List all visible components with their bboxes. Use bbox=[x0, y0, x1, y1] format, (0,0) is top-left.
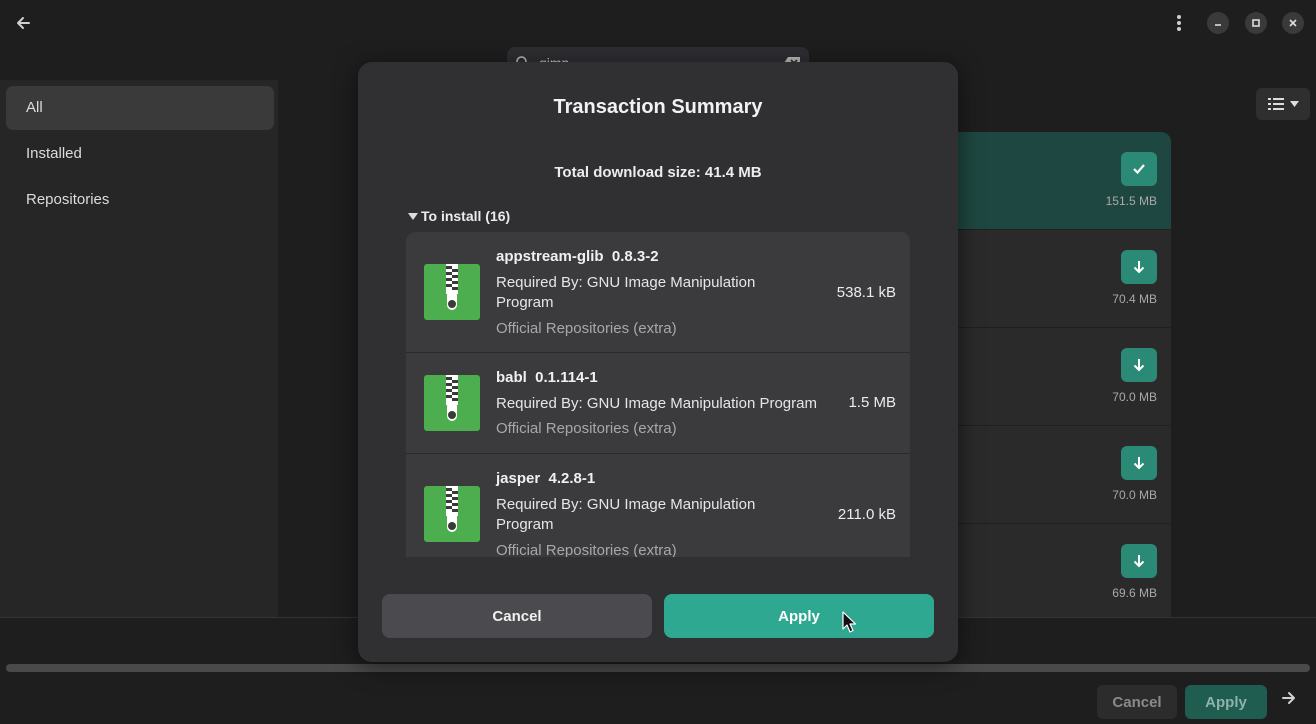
install-button[interactable] bbox=[1121, 348, 1157, 382]
list-item[interactable]: 70.4 MB bbox=[940, 230, 1171, 328]
sidebar: All Installed Repositories bbox=[0, 80, 278, 617]
package-archive-icon bbox=[424, 486, 480, 542]
dialog-title: Transaction Summary bbox=[553, 96, 763, 118]
install-list[interactable]: appstream-glib 0.8.3-2 Required By: GNU … bbox=[406, 232, 910, 557]
triangle-down-icon bbox=[408, 212, 418, 220]
package-name: appstream-glib 0.8.3-2 bbox=[496, 248, 659, 265]
list-item[interactable]: 151.5 MB bbox=[940, 132, 1171, 230]
bottom-apply-button[interactable]: Apply bbox=[1185, 685, 1267, 719]
transaction-summary-dialog: Transaction Summary Total download size:… bbox=[358, 62, 958, 662]
package-name: babl 0.1.114-1 bbox=[496, 369, 598, 386]
package-repo: Official Repositories (extra) bbox=[496, 320, 677, 337]
minimize-button[interactable] bbox=[1207, 12, 1229, 34]
package-size: 69.6 MB bbox=[1112, 586, 1157, 600]
download-icon bbox=[1133, 359, 1145, 372]
package-list: 151.5 MB 70.4 MB 70.0 MB 70.0 MB 69.6 MB bbox=[940, 132, 1171, 617]
maximize-icon bbox=[1252, 19, 1260, 27]
install-button[interactable] bbox=[1121, 544, 1157, 578]
list-view-icon bbox=[1267, 98, 1284, 110]
package-size: 70.0 MB bbox=[1112, 488, 1157, 502]
bottom-cancel-button[interactable]: Cancel bbox=[1097, 685, 1177, 719]
sidebar-item-all[interactable]: All bbox=[6, 86, 274, 130]
minimize-icon bbox=[1215, 24, 1221, 26]
package-size: 211.0 kB bbox=[837, 506, 896, 523]
view-mode-button[interactable] bbox=[1256, 88, 1310, 120]
package-archive-icon bbox=[424, 264, 480, 320]
sidebar-item-installed[interactable]: Installed bbox=[6, 132, 274, 176]
package-size: 151.5 MB bbox=[1105, 194, 1157, 208]
expander-label: To install (16) bbox=[421, 208, 511, 224]
header-bar bbox=[0, 0, 1316, 46]
close-window-button[interactable] bbox=[1282, 12, 1304, 34]
list-item[interactable]: jasper 4.2.8-1 Required By: GNU Image Ma… bbox=[406, 454, 910, 557]
horizontal-scrollbar[interactable] bbox=[6, 664, 1310, 672]
list-item[interactable]: 69.6 MB bbox=[940, 524, 1171, 617]
list-item[interactable]: babl 0.1.114-1 Required By: GNU Image Ma… bbox=[406, 353, 910, 454]
package-size: 538.1 kB bbox=[836, 284, 896, 301]
required-by: Required By: GNU Image Manipulation Prog… bbox=[496, 274, 756, 311]
installed-check-icon bbox=[1133, 164, 1145, 175]
install-button[interactable] bbox=[1121, 250, 1157, 284]
package-archive-icon bbox=[424, 375, 480, 431]
list-item[interactable]: 70.0 MB bbox=[940, 426, 1171, 524]
total-download-size: Total download size: 41.4 MB bbox=[554, 164, 762, 181]
package-size: 1.5 MB bbox=[848, 394, 896, 411]
package-name: jasper 4.2.8-1 bbox=[496, 470, 596, 487]
chevron-down-icon bbox=[1289, 101, 1299, 107]
close-icon bbox=[1289, 19, 1297, 27]
arrow-right-icon[interactable] bbox=[1281, 690, 1297, 706]
installed-button[interactable] bbox=[1121, 152, 1157, 186]
arrow-left-icon bbox=[17, 17, 30, 29]
list-item[interactable]: 70.0 MB bbox=[940, 328, 1171, 426]
required-by: Required By: GNU Image Manipulation Prog… bbox=[496, 496, 756, 533]
package-repo: Official Repositories (extra) bbox=[496, 542, 677, 557]
back-button[interactable] bbox=[8, 8, 38, 38]
install-button[interactable] bbox=[1121, 446, 1157, 480]
package-repo: Official Repositories (extra) bbox=[496, 420, 677, 437]
mouse-cursor-icon bbox=[842, 611, 856, 633]
main-menu-button[interactable] bbox=[1164, 8, 1194, 38]
package-size: 70.0 MB bbox=[1112, 390, 1157, 404]
sidebar-item-repositories[interactable]: Repositories bbox=[6, 178, 274, 222]
download-icon bbox=[1133, 261, 1145, 274]
cancel-button[interactable]: Cancel bbox=[382, 594, 652, 638]
download-icon bbox=[1133, 457, 1145, 470]
package-size: 70.4 MB bbox=[1112, 292, 1157, 306]
required-by: Required By: GNU Image Manipulation Prog… bbox=[496, 395, 817, 412]
download-icon bbox=[1133, 555, 1145, 568]
apply-button[interactable]: Apply bbox=[664, 594, 934, 638]
maximize-button[interactable] bbox=[1245, 12, 1267, 34]
list-item[interactable]: appstream-glib 0.8.3-2 Required By: GNU … bbox=[406, 232, 910, 353]
to-install-expander[interactable]: To install (16) bbox=[408, 208, 510, 224]
kebab-menu-icon bbox=[1177, 15, 1181, 31]
